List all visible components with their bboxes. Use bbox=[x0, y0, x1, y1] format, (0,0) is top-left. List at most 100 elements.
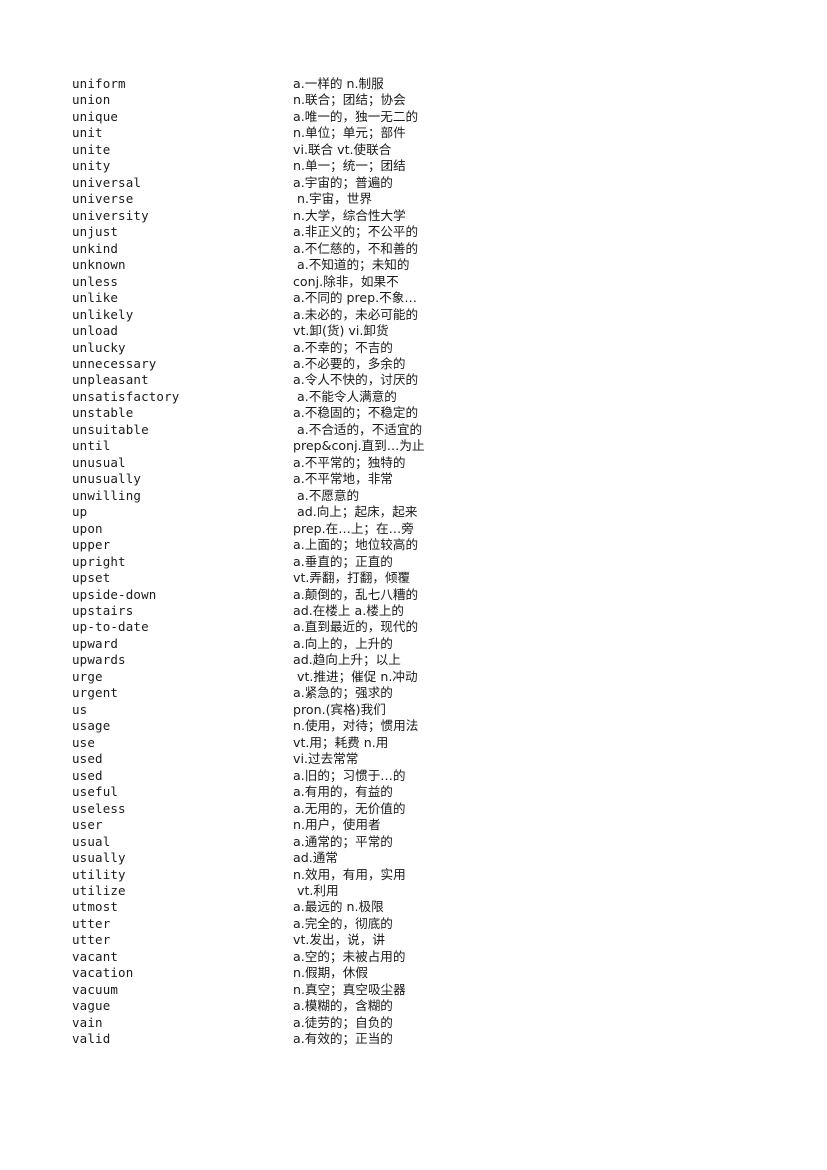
word-definition: n.使用，对待；惯用法 bbox=[293, 718, 419, 734]
word-term: usage bbox=[72, 718, 111, 734]
word-term: user bbox=[72, 817, 103, 833]
word-definition: vt.卸(货) vi.卸货 bbox=[293, 323, 389, 339]
word-definition: a.完全的，彻底的 bbox=[293, 915, 393, 931]
word-term: unlike bbox=[72, 290, 119, 306]
word-definition: ad.在楼上 a.楼上的 bbox=[293, 603, 405, 618]
word-definition: a.有用的，有益的 bbox=[293, 784, 393, 800]
word-definition: a.非正义的；不公平的 bbox=[293, 224, 419, 240]
vocabulary-row: upright a.垂直的；正直的 bbox=[72, 554, 762, 570]
word-term: urgent bbox=[72, 685, 119, 701]
word-term: vacuum bbox=[72, 981, 119, 997]
vocabulary-row: until prep&conj.直到…为止 bbox=[72, 438, 762, 454]
word-term: unusual bbox=[72, 454, 126, 470]
word-definition: a.不愿意的 bbox=[293, 487, 360, 503]
word-definition: a.一样的 n.制服 bbox=[293, 76, 384, 91]
vocabulary-row: unique a.唯一的，独一无二的 bbox=[72, 109, 762, 125]
word-term: upwards bbox=[72, 652, 126, 668]
word-definition: a.不知道的；未知的 bbox=[293, 257, 410, 273]
vocabulary-row: university n.大学，综合性大学 bbox=[72, 208, 762, 224]
word-definition: a.不平常的；独特的 bbox=[293, 454, 406, 470]
vocabulary-row: unlucky a.不幸的；不吉的 bbox=[72, 340, 762, 356]
vocabulary-row: utilize vt.利用 bbox=[72, 883, 762, 899]
word-term: up-to-date bbox=[72, 619, 149, 635]
word-definition: a.无用的，无价值的 bbox=[293, 800, 406, 816]
word-definition: a.直到最近的，现代的 bbox=[293, 619, 419, 635]
vocabulary-row: unlikely a.未必的，未必可能的 bbox=[72, 307, 762, 323]
word-definition: vi.联合 vt.使联合 bbox=[293, 141, 392, 157]
vocabulary-row: unusually a.不平常地，非常 bbox=[72, 471, 762, 487]
vocabulary-row: use vt.用；耗费 n.用 bbox=[72, 735, 762, 751]
word-term: us bbox=[72, 701, 88, 717]
word-term: unusually bbox=[72, 471, 142, 487]
word-definition: a.不能令人满意的 bbox=[293, 388, 397, 404]
word-term: universal bbox=[72, 174, 142, 190]
vocabulary-row: unsatisfactory a.不能令人满意的 bbox=[72, 389, 762, 405]
word-definition: a.不必要的，多余的 bbox=[293, 355, 406, 371]
word-term: urge bbox=[72, 668, 103, 684]
vocabulary-row: unnecessary a.不必要的，多余的 bbox=[72, 356, 762, 372]
vocabulary-row: unless conj.除非，如果不 bbox=[72, 274, 762, 290]
word-term: vacant bbox=[72, 948, 119, 964]
word-term: used bbox=[72, 751, 103, 767]
vocabulary-row: vain a.徒劳的；自负的 bbox=[72, 1015, 762, 1031]
word-term: unwilling bbox=[72, 487, 142, 503]
word-definition: a.旧的；习惯于…的 bbox=[293, 767, 406, 783]
vocabulary-row: up ad.向上；起床，起来 bbox=[72, 504, 762, 520]
word-definition: a.不同的 prep.不象… bbox=[293, 290, 417, 306]
word-term: upset bbox=[72, 570, 111, 586]
word-term: usually bbox=[72, 850, 126, 866]
word-term: unstable bbox=[72, 405, 134, 421]
word-definition: prep.在…上；在…旁 bbox=[293, 520, 414, 536]
document-page: uniform a.一样的 n.制服 union n.联合；团结；协会 unique a.… bbox=[0, 0, 827, 1170]
word-definition: a.不仁慈的，不和善的 bbox=[293, 240, 419, 256]
word-definition: a.垂直的；正直的 bbox=[293, 553, 393, 569]
vocabulary-row: unpleasant a.令人不快的，讨厌的 bbox=[72, 372, 762, 388]
word-definition: a.不平常地，非常 bbox=[293, 471, 393, 487]
word-term: universe bbox=[72, 191, 134, 207]
word-definition: a.空的；未被占用的 bbox=[293, 948, 406, 964]
vocabulary-row: unjust a.非正义的；不公平的 bbox=[72, 224, 762, 240]
word-term: utility bbox=[72, 866, 126, 882]
vocabulary-row: us pron.(宾格)我们 bbox=[72, 702, 762, 718]
word-term: unity bbox=[72, 158, 111, 174]
vocabulary-row: unity n.单一；统一；团结 bbox=[72, 158, 762, 174]
word-definition: a.令人不快的，讨厌的 bbox=[293, 372, 419, 388]
word-definition: n.宇宙，世界 bbox=[293, 191, 372, 207]
word-definition: vt.利用 bbox=[293, 882, 339, 898]
word-term: unjust bbox=[72, 224, 119, 240]
word-term: unique bbox=[72, 108, 119, 124]
word-definition: n.单位；单元；部件 bbox=[293, 125, 406, 141]
vocabulary-row: unsuitable a.不合适的，不适宜的 bbox=[72, 422, 762, 438]
word-term: utter bbox=[72, 932, 111, 948]
vocabulary-row: useless a.无用的，无价值的 bbox=[72, 801, 762, 817]
vocabulary-row: uniform a.一样的 n.制服 bbox=[72, 76, 762, 92]
word-term: unkind bbox=[72, 240, 119, 256]
vocabulary-row: usual a.通常的；平常的 bbox=[72, 834, 762, 850]
vocabulary-row: utter a.完全的，彻底的 bbox=[72, 916, 762, 932]
vocabulary-row: urgent a.紧急的；强求的 bbox=[72, 685, 762, 701]
vocabulary-row: unknown a.不知道的；未知的 bbox=[72, 257, 762, 273]
word-term: upper bbox=[72, 537, 111, 553]
vocabulary-row: user n.用户，使用者 bbox=[72, 817, 762, 833]
word-term: unlikely bbox=[72, 306, 134, 322]
vocabulary-row: universe n.宇宙，世界 bbox=[72, 191, 762, 207]
word-term: usual bbox=[72, 833, 111, 849]
word-definition: a.紧急的；强求的 bbox=[293, 685, 393, 701]
word-term: upward bbox=[72, 635, 119, 651]
word-definition: vt.弄翻，打翻，倾覆 bbox=[293, 570, 411, 586]
word-definition: a.通常的；平常的 bbox=[293, 833, 393, 849]
word-term: upstairs bbox=[72, 603, 134, 618]
vocabulary-row: upper a.上面的；地位较高的 bbox=[72, 537, 762, 553]
word-term: unite bbox=[72, 141, 111, 157]
vocabulary-row: upwards ad.趋向上升；以上 bbox=[72, 652, 762, 668]
vocabulary-row: unwilling a.不愿意的 bbox=[72, 488, 762, 504]
word-definition: n.联合；团结；协会 bbox=[293, 92, 406, 108]
vocabulary-row: vacuum n.真空；真空吸尘器 bbox=[72, 982, 762, 998]
vocabulary-row: upon prep.在…上；在…旁 bbox=[72, 521, 762, 537]
vocabulary-row: usually ad.通常 bbox=[72, 850, 762, 866]
vocabulary-row: vacant a.空的；未被占用的 bbox=[72, 949, 762, 965]
word-definition: n.真空；真空吸尘器 bbox=[293, 981, 406, 997]
word-term: unknown bbox=[72, 257, 126, 273]
word-definition: conj.除非，如果不 bbox=[293, 273, 399, 289]
vocabulary-row: vacation n.假期，休假 bbox=[72, 965, 762, 981]
